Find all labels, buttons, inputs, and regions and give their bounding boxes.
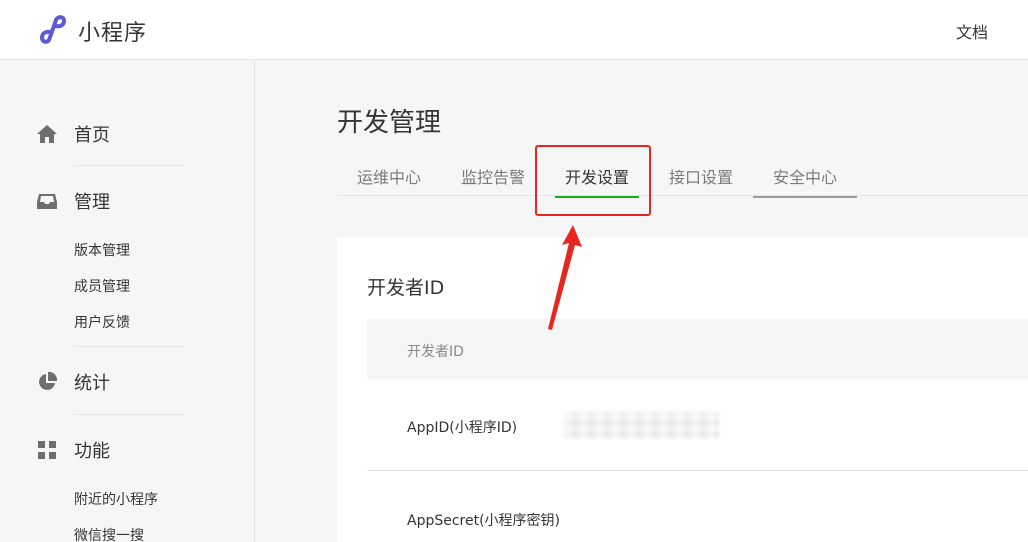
home-icon (37, 125, 57, 143)
sidebar-subitem-search[interactable]: 微信搜一搜 (74, 525, 144, 542)
sidebar-item-label: 首页 (74, 125, 110, 146)
sidebar-item-stats[interactable]: 统计 (36, 369, 110, 395)
sidebar: 首页 管理 版本管理 成员管理 用户反馈 统计 功能 附近的小程序 微信搜一搜 (0, 60, 255, 542)
sidebar-subitem-nearby[interactable]: 附近的小程序 (74, 489, 158, 509)
grid-icon (38, 441, 56, 459)
appid-label: AppID(小程序ID) (407, 420, 518, 436)
sidebar-subitem-feedback[interactable]: 用户反馈 (74, 312, 130, 332)
appsecret-label: AppSecret(小程序密钥) (407, 513, 561, 529)
sidebar-item-features[interactable]: 功能 (36, 437, 110, 463)
table-row-appsecret: AppSecret(小程序密钥) (367, 472, 1028, 542)
table-header-label: 开发者ID (407, 344, 464, 360)
app-title: 小程序 (78, 21, 148, 46)
tab-monitoring[interactable]: 监控告警 (441, 156, 545, 196)
card-title: 开发者ID (367, 277, 445, 299)
sidebar-item-label: 功能 (74, 441, 110, 462)
sidebar-item-label: 统计 (74, 373, 110, 394)
tab-dev-settings[interactable]: 开发设置 (545, 156, 649, 198)
developer-id-card: 开发者ID 开发者ID AppID(小程序ID) AppSecret(小程序密钥… (337, 237, 1028, 542)
mini-program-logo-icon[interactable] (36, 14, 70, 44)
sidebar-item-home[interactable]: 首页 (36, 121, 110, 147)
divider (74, 346, 184, 347)
tab-bar: 运维中心 监控告警 开发设置 接口设置 安全中心 (337, 156, 1028, 198)
page-title: 开发管理 (337, 108, 442, 138)
table-row-appid: AppID(小程序ID) (367, 379, 1028, 471)
tab-security-center[interactable]: 安全中心 (753, 156, 857, 198)
table-header: 开发者ID (367, 319, 1028, 379)
divider (74, 165, 184, 166)
tab-ops-center[interactable]: 运维中心 (337, 156, 441, 196)
appid-value-redacted[interactable] (563, 412, 719, 438)
tab-api-settings[interactable]: 接口设置 (649, 156, 753, 196)
sidebar-item-manage[interactable]: 管理 (36, 188, 110, 214)
sidebar-subitem-members[interactable]: 成员管理 (74, 276, 130, 296)
pie-chart-icon (39, 371, 58, 390)
top-bar: 小程序 文档 (0, 0, 1028, 60)
main-content: 开发管理 运维中心 监控告警 开发设置 接口设置 安全中心 开发者ID 开发者I… (256, 60, 1028, 542)
sidebar-subitem-versions[interactable]: 版本管理 (74, 240, 130, 260)
inbox-icon (37, 194, 57, 209)
divider (74, 414, 184, 415)
sidebar-item-label: 管理 (74, 192, 110, 213)
docs-link[interactable]: 文档 (956, 19, 988, 43)
